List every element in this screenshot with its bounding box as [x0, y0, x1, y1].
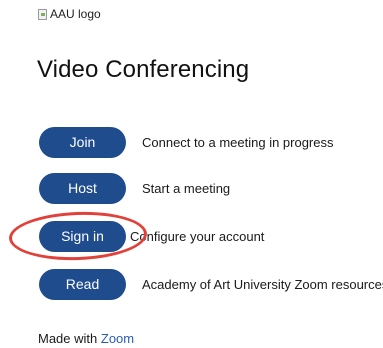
- host-description: Start a meeting: [142, 180, 231, 196]
- zoom-link[interactable]: Zoom: [101, 331, 134, 346]
- action-row-host: Host Start a meeting: [39, 171, 230, 205]
- logo-alt-text: AAU logo: [50, 7, 101, 21]
- aau-logo: AAU logo: [38, 7, 101, 21]
- footer: Made with Zoom: [38, 331, 134, 346]
- broken-image-icon: [38, 8, 47, 20]
- sign-in-description: Configure your account: [130, 228, 265, 244]
- sign-in-button[interactable]: Sign in: [39, 220, 126, 252]
- made-with-text: Made with: [38, 331, 98, 346]
- read-button[interactable]: Read: [39, 268, 126, 300]
- action-row-read: Read Academy of Art University Zoom reso…: [39, 267, 383, 301]
- host-button[interactable]: Host: [39, 172, 126, 204]
- join-description: Connect to a meeting in progress: [142, 134, 334, 150]
- page-title: Video Conferencing: [37, 56, 250, 83]
- join-button[interactable]: Join: [39, 126, 126, 158]
- action-row-sign-in: Sign in Configure your account: [39, 219, 264, 253]
- read-description: Academy of Art University Zoom resources: [142, 276, 383, 292]
- action-row-join: Join Connect to a meeting in progress: [39, 125, 334, 159]
